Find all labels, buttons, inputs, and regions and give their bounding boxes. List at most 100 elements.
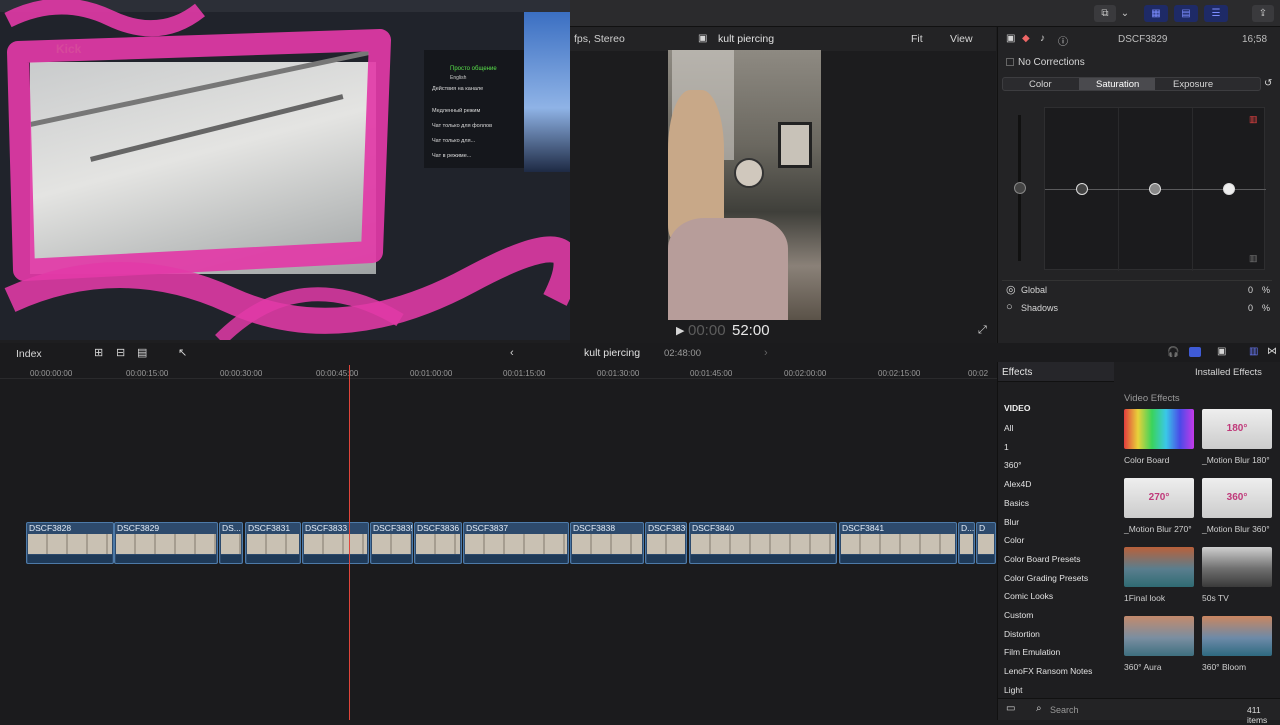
view-menu[interactable]: View bbox=[950, 33, 973, 45]
forward-arrow-icon[interactable]: › bbox=[764, 347, 768, 359]
ruler-tick-label: 00:00:15:00 bbox=[126, 369, 169, 378]
ruler-tick-label: 00:01:45:00 bbox=[690, 369, 733, 378]
effect-category[interactable]: Color bbox=[1004, 535, 1024, 545]
capture-overlay: Просто общение English Действия на канал… bbox=[0, 0, 570, 340]
global-label: Global bbox=[1021, 285, 1048, 295]
effect-category[interactable]: Film Emulation bbox=[1004, 647, 1060, 657]
timeline-clip[interactable]: D... bbox=[958, 522, 975, 564]
solo-icon[interactable] bbox=[1189, 347, 1201, 357]
timeline-clip[interactable]: DSCF3840 bbox=[689, 522, 837, 564]
effect-thumbnail: 360° bbox=[1202, 478, 1272, 518]
playhead[interactable] bbox=[349, 365, 350, 720]
tab-saturation[interactable]: Saturation bbox=[1096, 79, 1139, 90]
global-value[interactable]: 0 bbox=[1248, 285, 1253, 295]
effect-item[interactable]: 360° _Motion Blur 360° bbox=[1202, 478, 1274, 534]
effect-category[interactable]: LenoFX Ransom Notes bbox=[1004, 666, 1092, 676]
corrections-checkbox[interactable] bbox=[1006, 58, 1014, 66]
effect-item[interactable]: 360° Bloom bbox=[1202, 616, 1274, 672]
effect-item[interactable]: 180° _Motion Blur 180° bbox=[1202, 409, 1274, 465]
effect-item[interactable]: 1Final look bbox=[1124, 547, 1196, 603]
info-icon[interactable]: ⓘ bbox=[1058, 33, 1068, 48]
back-arrow-icon[interactable]: ‹ bbox=[510, 347, 514, 359]
effect-category[interactable]: Basics bbox=[1004, 498, 1029, 508]
video-inspector-icon[interactable]: ▣ bbox=[1006, 33, 1015, 44]
append-icon[interactable]: ⊞ bbox=[94, 346, 103, 359]
clip-thumbnails bbox=[416, 534, 460, 554]
media-import-icon[interactable]: ⧉ bbox=[1094, 5, 1116, 22]
timeline-clip[interactable]: D bbox=[976, 522, 996, 564]
global-puck[interactable] bbox=[1014, 182, 1026, 194]
corrections-menu[interactable]: No Corrections bbox=[1018, 57, 1085, 68]
effect-category[interactable]: Blur bbox=[1004, 517, 1019, 527]
chevron-down-icon[interactable]: ⌄ bbox=[1118, 5, 1132, 22]
mirror bbox=[734, 158, 764, 188]
clip-label: D... bbox=[961, 523, 975, 533]
effect-category[interactable]: Color Grading Presets bbox=[1004, 573, 1088, 583]
clip-waveform bbox=[978, 555, 994, 563]
effect-thumbnail: 180° bbox=[1202, 409, 1272, 449]
midtones-puck[interactable] bbox=[1149, 183, 1161, 195]
color-inspector-icon[interactable]: ◆ bbox=[1022, 33, 1030, 44]
overwrite-icon[interactable]: ▤ bbox=[137, 346, 147, 359]
effect-category[interactable]: Light bbox=[1004, 685, 1022, 695]
timeline-toggle-icon[interactable]: ▤ bbox=[1174, 5, 1198, 22]
sidebar-toggle-icon[interactable]: ▭ bbox=[1006, 703, 1015, 714]
play-icon[interactable]: ▶ bbox=[676, 324, 684, 337]
inspector-toggle-icon[interactable]: ☰ bbox=[1204, 5, 1228, 22]
timeline-clip[interactable]: DSCF3837 bbox=[463, 522, 569, 564]
effect-thumb-text: 180° bbox=[1226, 423, 1248, 434]
timeline-clip[interactable]: DSCF3836 bbox=[414, 522, 462, 564]
headphones-icon[interactable]: 🎧 bbox=[1167, 347, 1179, 358]
transitions-icon[interactable]: ⋈ bbox=[1267, 346, 1277, 357]
timeline-clip[interactable]: DSCF3833 bbox=[302, 522, 369, 564]
effect-category[interactable]: Distortion bbox=[1004, 629, 1040, 639]
effect-item[interactable]: 270° _Motion Blur 270° bbox=[1124, 478, 1196, 534]
global-icon: ◎ bbox=[1006, 284, 1016, 296]
browser-toggle-icon[interactable]: ▦ bbox=[1144, 5, 1168, 22]
effect-item[interactable]: Color Board bbox=[1124, 409, 1196, 465]
timeline-clip[interactable]: DSCF3831 bbox=[245, 522, 301, 564]
effect-category[interactable]: Color Board Presets bbox=[1004, 554, 1081, 564]
timeline-clip[interactable]: DS... bbox=[219, 522, 243, 564]
effect-category[interactable]: 1 bbox=[1004, 442, 1009, 452]
clip-label: D bbox=[979, 523, 986, 533]
highlights-puck[interactable] bbox=[1223, 183, 1235, 195]
index-button[interactable]: Index bbox=[16, 348, 42, 360]
effect-item[interactable]: 50s TV bbox=[1202, 547, 1274, 603]
fit-menu[interactable]: Fit bbox=[911, 33, 923, 45]
effects-browser-icon[interactable]: ▥ bbox=[1249, 346, 1258, 357]
effect-category[interactable]: Custom bbox=[1004, 610, 1033, 620]
clip-appearance-icon[interactable]: ▣ bbox=[1217, 346, 1226, 357]
share-icon[interactable]: ⇪ bbox=[1252, 5, 1274, 22]
search-input[interactable]: Search bbox=[1050, 705, 1079, 715]
audio-inspector-icon[interactable]: ♪ bbox=[1040, 33, 1045, 44]
color-swatch-icon: ▥ bbox=[1249, 114, 1258, 124]
timeline-clip[interactable]: DSCF3835 bbox=[370, 522, 413, 564]
effect-category[interactable]: 360° bbox=[1004, 460, 1022, 470]
timeline-clip[interactable]: DSCF3829 bbox=[114, 522, 218, 564]
timeline-clip[interactable]: DSCF3841 bbox=[839, 522, 957, 564]
reset-icon[interactable]: ↺ bbox=[1264, 78, 1272, 89]
fullscreen-icon[interactable]: ⤢ bbox=[978, 324, 987, 337]
timeline-clip[interactable]: DSCF3838 bbox=[570, 522, 644, 564]
project-name[interactable]: kult piercing bbox=[584, 347, 640, 359]
clip-waveform bbox=[647, 555, 685, 563]
effect-category[interactable]: Comic Looks bbox=[1004, 591, 1053, 601]
select-tool-icon[interactable]: ↖ bbox=[178, 346, 187, 359]
wall-frame bbox=[778, 122, 812, 168]
effect-category[interactable]: All bbox=[1004, 423, 1013, 433]
insert-icon[interactable]: ⊟ bbox=[116, 346, 125, 359]
installed-effects-menu[interactable]: Installed Effects bbox=[1195, 367, 1262, 378]
inspector-panel: ▣ ◆ ♪ ⓘ DSCF3829 16;58 No Corrections Co… bbox=[997, 27, 1280, 343]
clip-waveform bbox=[960, 555, 973, 563]
effect-item[interactable]: 360° Aura bbox=[1124, 616, 1196, 672]
project-duration: 02:48:00 bbox=[664, 348, 701, 359]
timeline-clip[interactable]: DSCF3828 bbox=[26, 522, 114, 564]
shadows-puck[interactable] bbox=[1076, 183, 1088, 195]
effect-label: 1Final look bbox=[1124, 593, 1166, 603]
tab-exposure[interactable]: Exposure bbox=[1173, 79, 1213, 90]
shadows-value[interactable]: 0 bbox=[1248, 303, 1253, 313]
tab-color[interactable]: Color bbox=[1029, 79, 1052, 90]
effect-category[interactable]: Alex4D bbox=[1004, 479, 1031, 489]
timeline-clip[interactable]: DSCF3839 bbox=[645, 522, 687, 564]
